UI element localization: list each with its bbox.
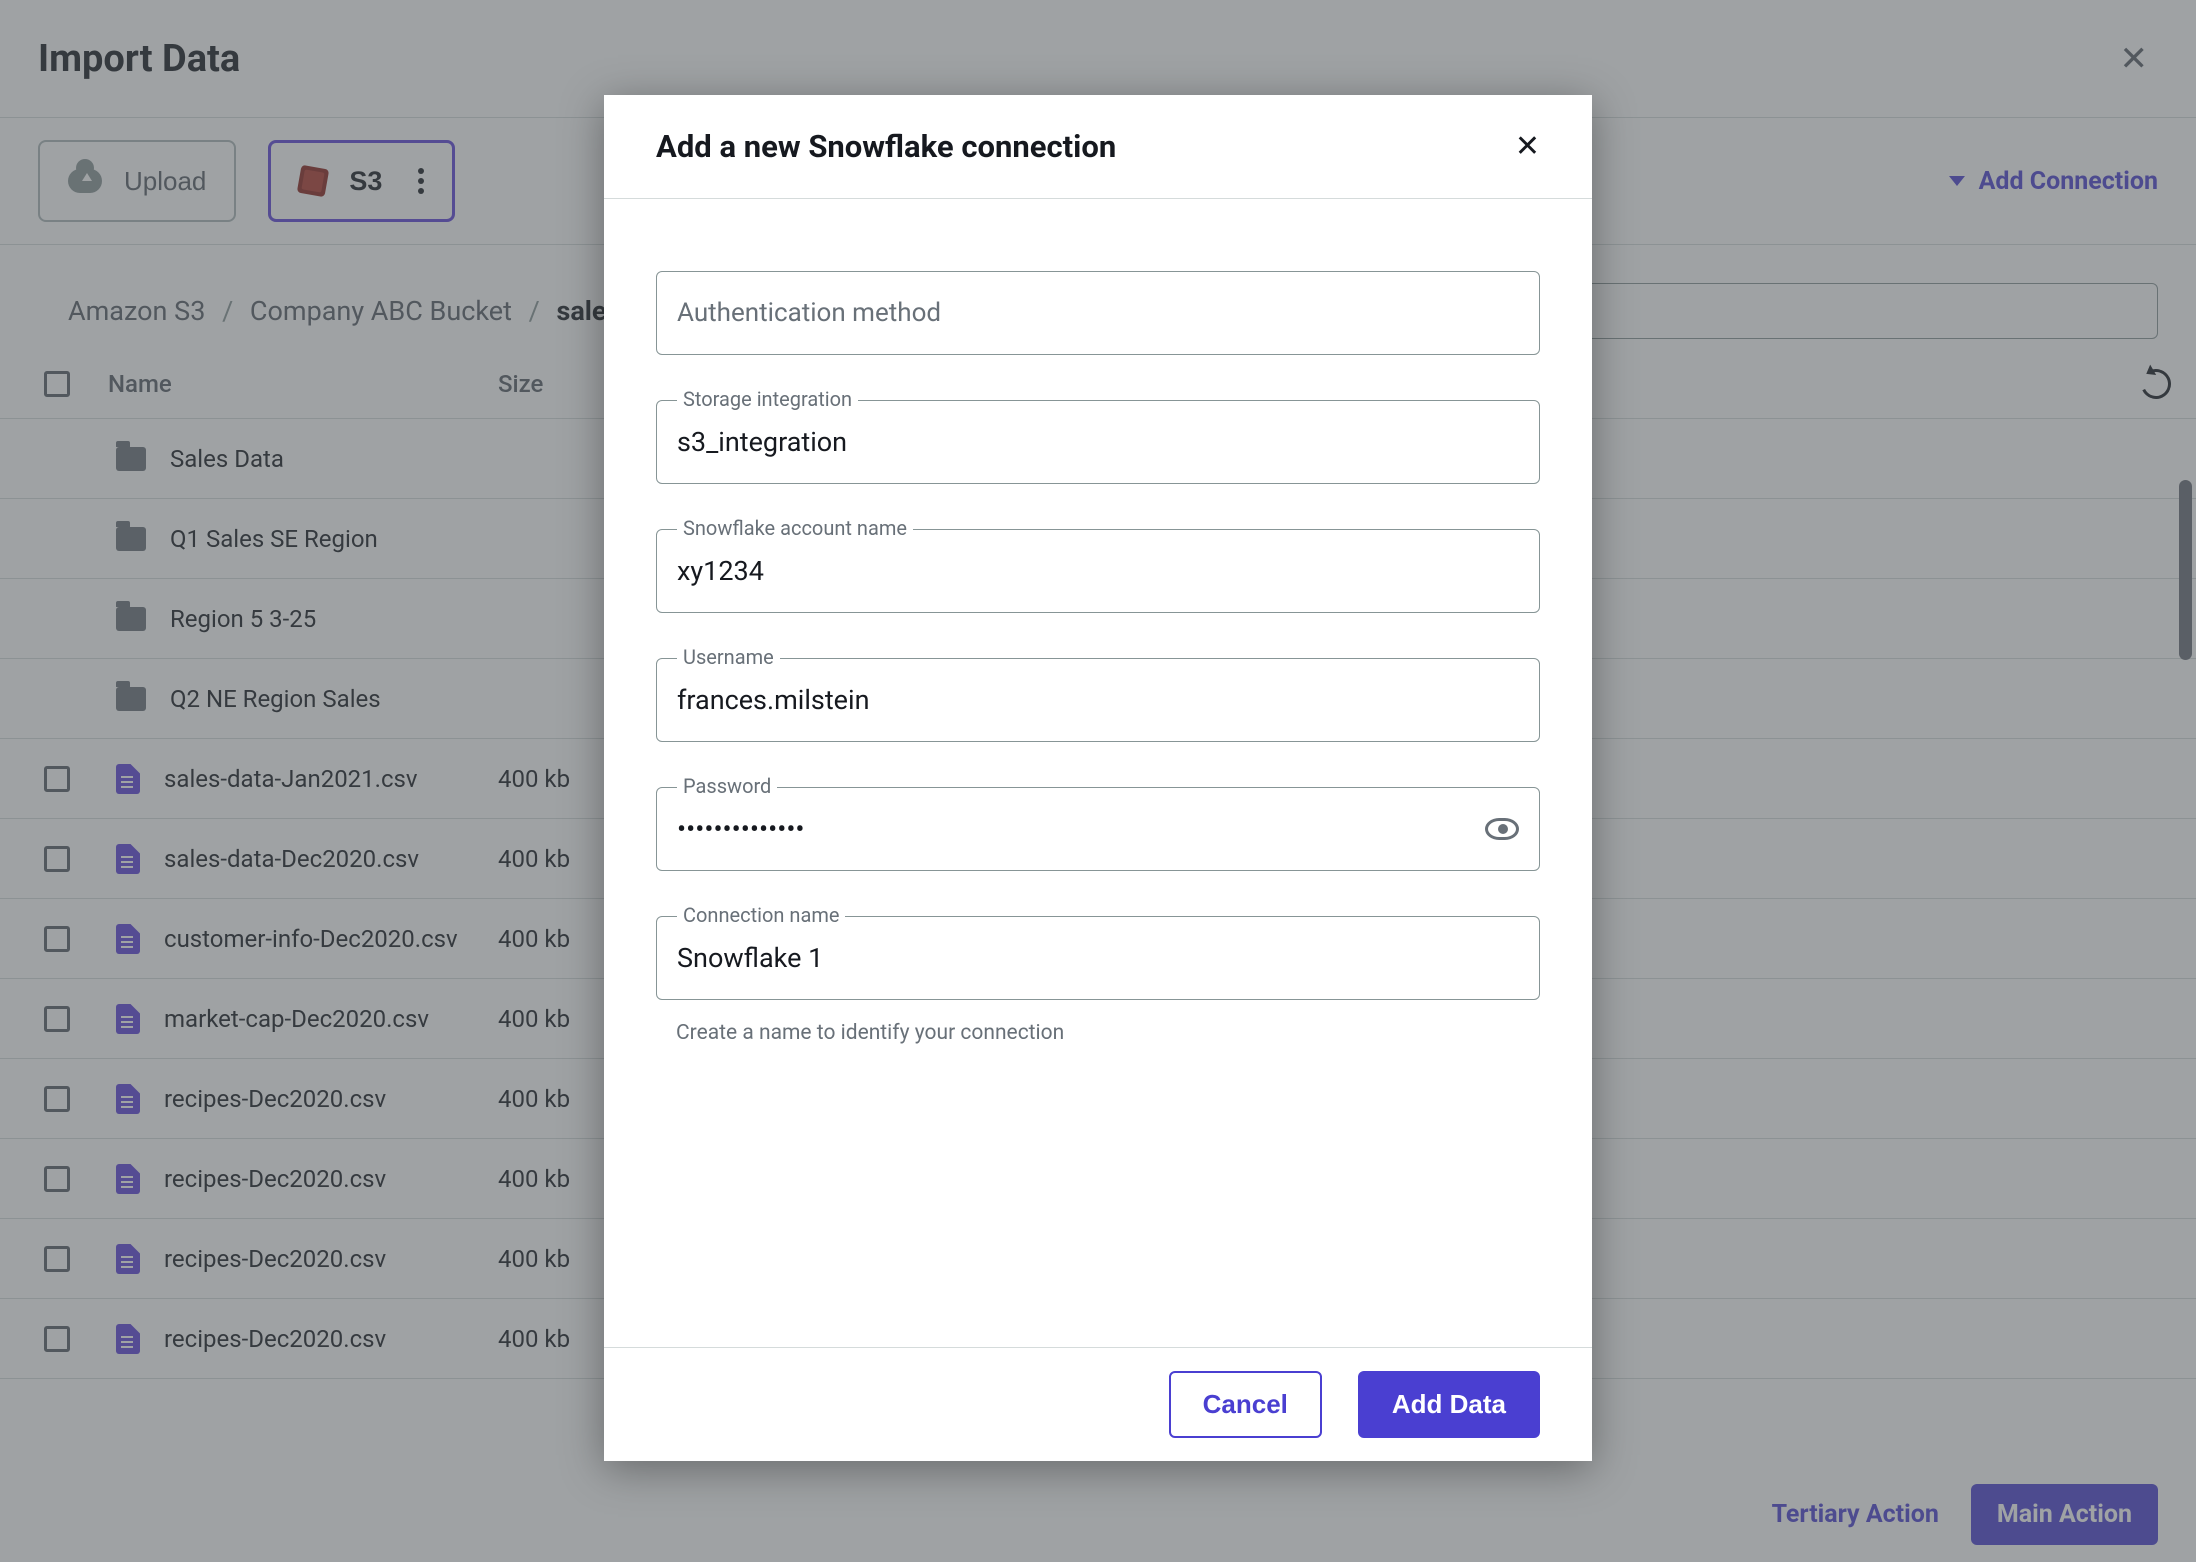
field-label: Password: [677, 774, 777, 798]
field-label: Storage integration: [677, 387, 858, 411]
close-icon[interactable]: ✕: [1515, 129, 1540, 164]
field-label: Username: [677, 645, 780, 669]
auth-method-field[interactable]: Authentication method: [656, 271, 1540, 355]
field-value: s3_integration: [677, 426, 847, 458]
field-value: ••••••••••••••: [677, 813, 805, 845]
cancel-button[interactable]: Cancel: [1169, 1371, 1322, 1438]
field-label: Snowflake account name: [677, 516, 913, 540]
modal-title: Add a new Snowflake connection: [656, 128, 1116, 165]
field-value: xy1234: [677, 555, 764, 587]
storage-integration-field[interactable]: Storage integration s3_integration: [656, 400, 1540, 484]
password-field[interactable]: Password ••••••••••••••: [656, 787, 1540, 871]
eye-icon[interactable]: [1485, 818, 1519, 840]
modal-header: Add a new Snowflake connection ✕: [604, 95, 1592, 199]
modal-body: Authentication method Storage integratio…: [604, 199, 1592, 1347]
field-value: frances.milstein: [677, 684, 869, 716]
account-name-field[interactable]: Snowflake account name xy1234: [656, 529, 1540, 613]
username-field[interactable]: Username frances.milstein: [656, 658, 1540, 742]
connection-name-field[interactable]: Connection name Snowflake 1: [656, 916, 1540, 1000]
add-data-button[interactable]: Add Data: [1358, 1371, 1540, 1438]
scrollbar-thumb[interactable]: [2179, 480, 2192, 660]
add-connection-modal: Add a new Snowflake connection ✕ Authent…: [604, 95, 1592, 1461]
field-value: Snowflake 1: [677, 942, 823, 974]
auth-method-label: Authentication method: [677, 298, 941, 328]
connection-name-helper: Create a name to identify your connectio…: [656, 1021, 1540, 1045]
field-label: Connection name: [677, 903, 845, 927]
modal-footer: Cancel Add Data: [604, 1347, 1592, 1461]
